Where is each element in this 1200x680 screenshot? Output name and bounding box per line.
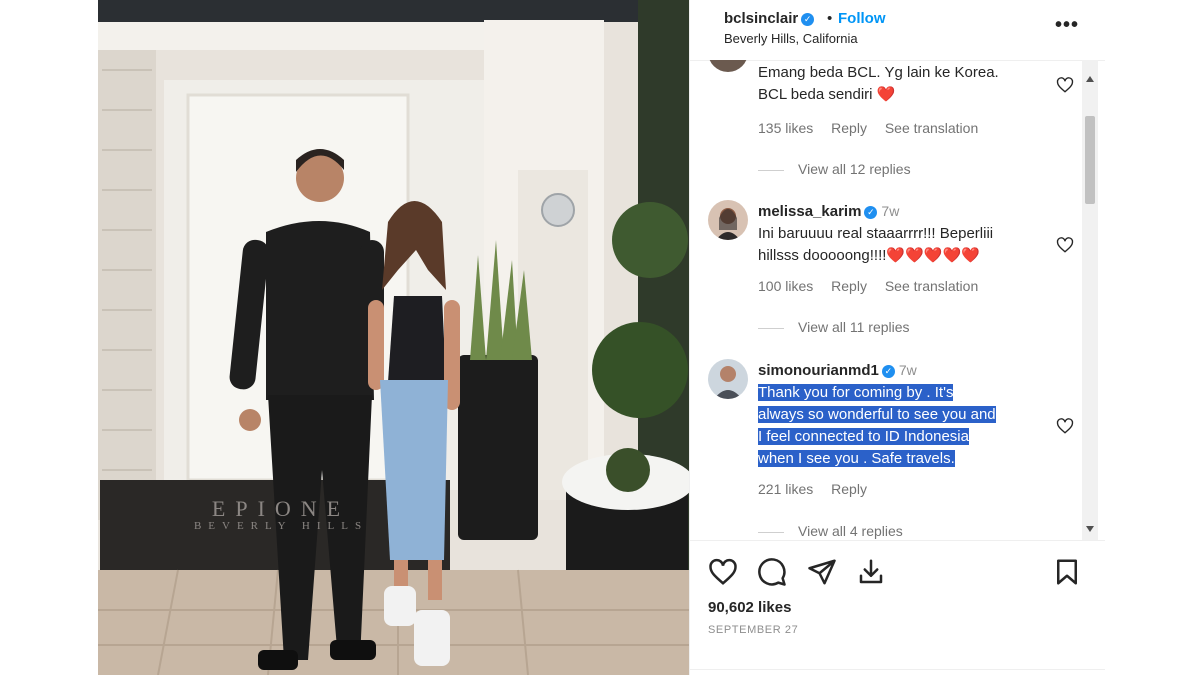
photo-illustration [98,0,689,675]
comment-item: Emang beda BCL. Yg lain ke Korea. BCL be… [708,60,1078,177]
comment-line-selected: Thank you for coming by . It's [758,384,954,401]
post-actions: 90,602 likes SEPTEMBER 27 [690,540,1105,676]
see-translation-button[interactable]: See translation [885,120,978,136]
verified-badge-icon: ✓ [864,205,878,219]
comment-username[interactable]: simonourianmd1 [758,362,879,379]
comment-line: Ini baruuuu real staaarrrr!!! Beperliii [758,225,994,242]
comment-time: 7w [881,203,900,219]
comment-item: melissa_karim ✓ 7w Ini baruuuu real staaar… [708,200,1078,340]
location-link[interactable]: Beverly Hills, California [724,31,858,46]
scroll-down-arrow-icon[interactable] [1086,526,1094,532]
view-replies-button[interactable]: View all 11 replies [758,319,910,335]
author-username-text: bclsinclair [724,10,799,27]
avatar-portrait-icon [714,366,742,399]
scrollbar-thumb[interactable] [1085,116,1095,204]
header-separator: • [827,10,833,27]
comment-avatar[interactable] [708,359,748,399]
comment-line-selected: always so wonderful to see you and [758,406,996,423]
comment-like-heart-icon[interactable] [1056,236,1074,254]
comment-username[interactable]: melissa_karim [758,203,861,220]
comment-likes[interactable]: 221 likes [758,481,813,497]
comment-meta: 100 likes Reply See translation [758,278,992,294]
download-icon[interactable] [856,557,886,587]
save-bookmark-icon[interactable] [1052,557,1082,587]
scroll-up-arrow-icon[interactable] [1086,76,1094,82]
more-options-icon[interactable]: ••• [1055,14,1079,37]
comment-line-selected: I feel connected to ID Indonesia [758,428,969,445]
like-heart-icon[interactable] [708,557,738,587]
post-date: SEPTEMBER 27 [708,624,799,636]
reply-button[interactable]: Reply [831,278,867,294]
follow-button[interactable]: Follow [838,10,886,27]
comment-body: simonourianmd1 ✓ 7w Thank you for coming b… [758,359,1048,470]
share-paper-plane-icon[interactable] [807,557,837,587]
comment-meta: 135 likes Reply See translation [758,120,992,136]
comment-line: BCL beda sendiri ❤️ [758,86,896,103]
comment-body: melissa_karim ✓ 7w Ini baruuuu real staaar… [758,200,1048,267]
see-translation-button[interactable]: See translation [885,278,978,294]
verified-badge-icon: ✓ [881,364,895,378]
reply-button[interactable]: Reply [831,120,867,136]
reply-button[interactable]: Reply [831,481,867,497]
post-header: bclsinclair ✓ • Follow Beverly Hills, Cal… [690,0,1105,61]
author-username[interactable]: bclsinclair ✓ [724,10,815,27]
view-replies-button[interactable]: View all 4 replies [758,523,903,539]
comments-list: Emang beda BCL. Yg lain ke Korea. BCL be… [690,60,1082,540]
comment-item: simonourianmd1 ✓ 7w Thank you for coming b… [708,359,1078,539]
comment-bubble-icon[interactable] [757,557,787,587]
comment-like-heart-icon[interactable] [1056,76,1074,94]
comment-body: Emang beda BCL. Yg lain ke Korea. BCL be… [758,62,1048,106]
verified-badge-icon: ✓ [801,12,815,26]
comment-line: Emang beda BCL. Yg lain ke Korea. [758,64,999,81]
comment-likes[interactable]: 100 likes [758,278,813,294]
post-photo: EPIONE BEVERLY HILLS [98,0,689,675]
comment-avatar[interactable] [708,60,748,72]
avatar-portrait-icon [716,208,740,240]
comment-time: 7w [898,362,917,378]
comment-line: hillsss dooooong!!!!❤️❤️❤️❤️❤️ [758,247,980,264]
post-sidebar: bclsinclair ✓ • Follow Beverly Hills, Cal… [689,0,1105,675]
comment-avatar[interactable] [708,200,748,240]
comment-line-selected: when I see you . Safe travels. [758,450,955,467]
doormat-text: EPIONE [211,496,351,521]
doormat-subtext: BEVERLY HILLS [193,520,369,532]
comment-like-heart-icon[interactable] [1056,417,1074,435]
post-like-count[interactable]: 90,602 likes [708,599,791,616]
comments-scrollbar[interactable] [1082,60,1098,540]
instagram-post-modal: EPIONE BEVERLY HILLS bclsinclair ✓ • Foll… [98,0,1105,675]
view-replies-button[interactable]: View all 12 replies [758,161,911,177]
comment-likes[interactable]: 135 likes [758,120,813,136]
comment-meta: 221 likes Reply [758,481,881,497]
